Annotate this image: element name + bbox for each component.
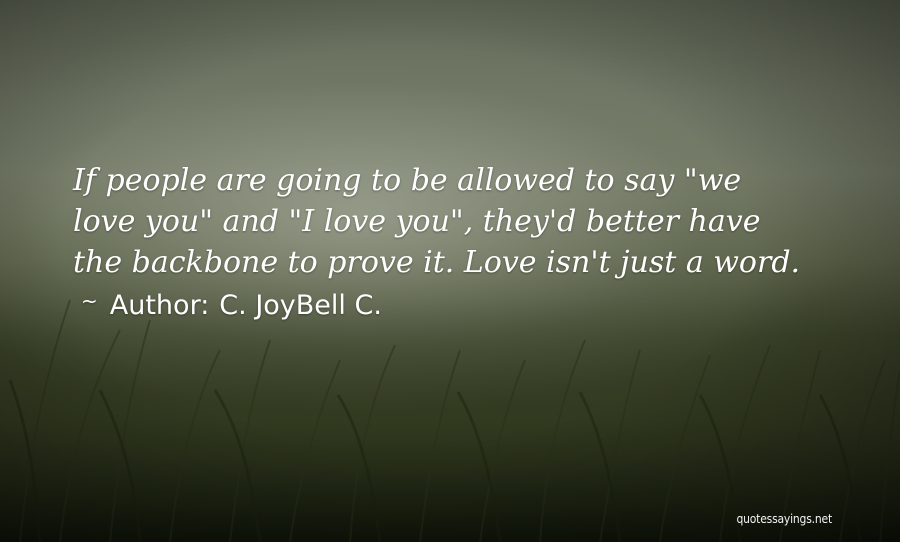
quote-block: If people are going to be allowed to say… <box>73 160 863 328</box>
quote-line-2: love you" and "I love you", they'd bette… <box>73 204 761 239</box>
quote-image: If people are going to be allowed to say… <box>0 0 900 542</box>
tilde-separator: ~ <box>81 289 98 313</box>
quote-line-1: If people are going to be allowed to say… <box>73 163 742 198</box>
author-label: Author: <box>109 290 210 321</box>
author-line: ~ Author: C. JoyBell C. <box>73 285 863 328</box>
quote-line-3: the backbone to prove it. Love isn't jus… <box>73 245 801 280</box>
author-name: C. JoyBell C. <box>219 290 382 321</box>
site-watermark: quotessayings.net <box>736 512 832 526</box>
